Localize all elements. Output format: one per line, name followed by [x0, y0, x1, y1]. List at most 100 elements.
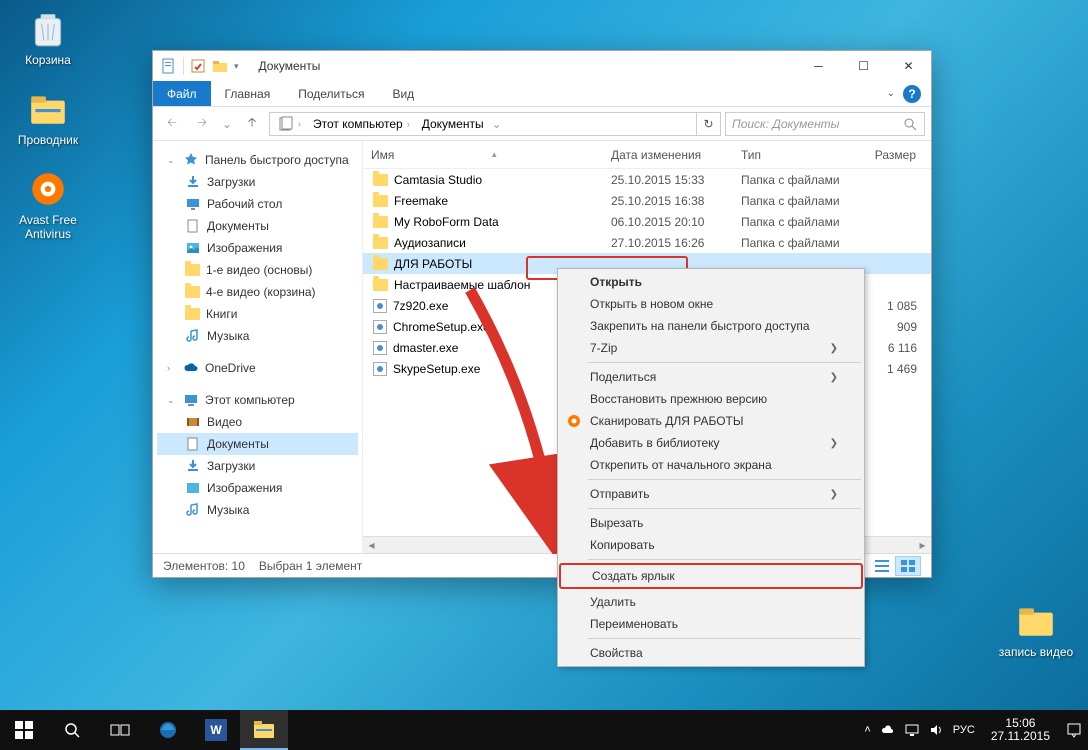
context-item[interactable]: Открыть	[560, 271, 862, 293]
nav-pictures[interactable]: Изображения	[157, 237, 358, 259]
nav-folder-3[interactable]: Книги	[157, 303, 358, 325]
address-bar[interactable]: › Этот компьютер› Документы ⌄ ↻	[269, 112, 721, 136]
desktop-folder-video[interactable]: запись видео	[998, 600, 1074, 659]
documents-icon	[185, 218, 201, 234]
breadcrumb-seg-0[interactable]: Этот компьютер	[313, 117, 403, 131]
nav-thispc-documents[interactable]: Документы	[157, 433, 358, 455]
tab-view[interactable]: Вид	[378, 81, 428, 106]
nav-onedrive[interactable]: ›OneDrive	[157, 357, 358, 379]
context-item-label: Отправить	[590, 487, 650, 501]
nav-thispc-downloads[interactable]: Загрузки	[157, 455, 358, 477]
search-input[interactable]: Поиск: Документы	[725, 112, 925, 136]
context-item-label: 7-Zip	[590, 341, 617, 355]
tray-clock[interactable]: 15:06 27.11.2015	[985, 717, 1056, 743]
maximize-button[interactable]: ☐	[841, 52, 886, 81]
context-item-label: Вырезать	[590, 516, 643, 530]
nav-folder-1[interactable]: 1-е видео (основы)	[157, 259, 358, 281]
context-item[interactable]: Вырезать	[560, 512, 862, 534]
help-button[interactable]: ?	[903, 85, 921, 103]
nav-folder-2[interactable]: 4-е видео (корзина)	[157, 281, 358, 303]
exe-icon	[373, 362, 387, 376]
context-item[interactable]: Восстановить прежнюю версию	[560, 388, 862, 410]
tray-network-icon[interactable]	[905, 723, 919, 737]
nav-music[interactable]: Музыка	[157, 325, 358, 347]
tray-onedrive-icon[interactable]	[881, 723, 895, 737]
back-button[interactable]: 🡠	[159, 111, 185, 137]
recent-locations-button[interactable]: ⌄	[219, 111, 235, 137]
up-button[interactable]: 🡡	[239, 111, 265, 137]
col-size[interactable]: Размер	[863, 148, 931, 162]
nav-quick-access[interactable]: ⌄Панель быстрого доступа	[157, 149, 358, 171]
tab-file[interactable]: Файл	[153, 81, 211, 106]
window-title: Документы	[259, 59, 321, 73]
desktop-avast[interactable]: Avast Free Antivirus	[10, 168, 86, 241]
search-button[interactable]	[48, 710, 96, 750]
view-icons-button[interactable]	[895, 556, 921, 576]
tray-language[interactable]: РУС	[953, 724, 975, 736]
file-name: Аудиозаписи	[394, 236, 466, 250]
context-item[interactable]: Удалить	[560, 591, 862, 613]
tab-share[interactable]: Поделиться	[284, 81, 378, 106]
tray-chevron-icon[interactable]: ˄	[864, 724, 870, 736]
nav-thispc-pictures[interactable]: Изображения	[157, 477, 358, 499]
context-item[interactable]: Свойства	[560, 642, 862, 664]
file-date: 06.10.2015 20:10	[603, 215, 733, 229]
properties-icon[interactable]	[190, 58, 206, 74]
minimize-button[interactable]: ─	[796, 52, 841, 81]
start-button[interactable]	[0, 710, 48, 750]
tab-home[interactable]: Главная	[211, 81, 285, 106]
context-item[interactable]: Копировать	[560, 534, 862, 556]
context-item[interactable]: Создать ярлык	[562, 566, 860, 586]
context-item[interactable]: 7-Zip❯	[560, 337, 862, 359]
context-item[interactable]: Открепить от начального экрана	[560, 454, 862, 476]
column-headers: Имя▲ Дата изменения Тип Размер	[363, 141, 931, 169]
file-row[interactable]: Camtasia Studio25.10.2015 15:33Папка с ф…	[363, 169, 931, 190]
col-date[interactable]: Дата изменения	[603, 148, 733, 162]
context-item[interactable]: Отправить❯	[560, 483, 862, 505]
nav-desktop[interactable]: Рабочий стол	[157, 193, 358, 215]
file-name: Настраиваемые шаблон	[394, 278, 530, 292]
breadcrumb-seg-1[interactable]: Документы	[422, 117, 484, 131]
folder-icon	[373, 174, 388, 186]
file-row[interactable]: Аудиозаписи27.10.2015 16:26Папка с файла…	[363, 232, 931, 253]
nav-video[interactable]: Видео	[157, 411, 358, 433]
context-item-label: Свойства	[590, 646, 643, 660]
svg-text:W: W	[210, 723, 222, 737]
refresh-button[interactable]: ↻	[696, 113, 720, 135]
nav-documents[interactable]: Документы	[157, 215, 358, 237]
address-row: 🡠 🡢 ⌄ 🡡 › Этот компьютер› Документы ⌄ ↻ …	[153, 107, 931, 141]
context-item[interactable]: Переименовать	[560, 613, 862, 635]
context-item[interactable]: Закрепить на панели быстрого доступа	[560, 315, 862, 337]
tray-notifications-icon[interactable]	[1066, 722, 1082, 738]
file-row[interactable]: My RoboForm Data06.10.2015 20:10Папка с …	[363, 211, 931, 232]
taskbar-explorer[interactable]	[240, 710, 288, 750]
file-row[interactable]: Freemake25.10.2015 16:38Папка с файлами	[363, 190, 931, 211]
col-name[interactable]: Имя▲	[363, 148, 603, 162]
desktop-recycle-bin[interactable]: Корзина	[10, 8, 86, 67]
folder-icon	[373, 195, 388, 207]
close-button[interactable]: ✕	[886, 52, 931, 81]
address-dropdown[interactable]: ⌄	[488, 117, 506, 131]
forward-button[interactable]: 🡢	[189, 111, 215, 137]
nav-thispc-music[interactable]: Музыка	[157, 499, 358, 521]
desktop-explorer[interactable]: Проводник	[10, 88, 86, 147]
nav-downloads[interactable]: Загрузки	[157, 171, 358, 193]
context-item[interactable]: Открыть в новом окне	[560, 293, 862, 315]
avast-icon	[566, 413, 582, 429]
col-type[interactable]: Тип	[733, 148, 863, 162]
submenu-arrow-icon: ❯	[830, 372, 838, 383]
ribbon-expand-icon[interactable]: ⌄	[887, 88, 895, 99]
taskbar-edge[interactable]	[144, 710, 192, 750]
view-details-button[interactable]	[869, 556, 895, 576]
qat-dropdown[interactable]: ▾	[234, 61, 239, 72]
title-bar: ▾ Документы ─ ☐ ✕	[153, 51, 931, 81]
desktop-recycle-bin-label: Корзина	[10, 53, 86, 67]
nav-thispc[interactable]: ⌄Этот компьютер	[157, 389, 358, 411]
context-item[interactable]: Добавить в библиотеку❯	[560, 432, 862, 454]
task-view-button[interactable]	[96, 710, 144, 750]
folder-icon[interactable]	[212, 58, 228, 74]
context-item[interactable]: Сканировать ДЛЯ РАБОТЫ	[560, 410, 862, 432]
tray-volume-icon[interactable]	[929, 723, 943, 737]
taskbar-word[interactable]: W	[192, 710, 240, 750]
context-item[interactable]: Поделиться❯	[560, 366, 862, 388]
